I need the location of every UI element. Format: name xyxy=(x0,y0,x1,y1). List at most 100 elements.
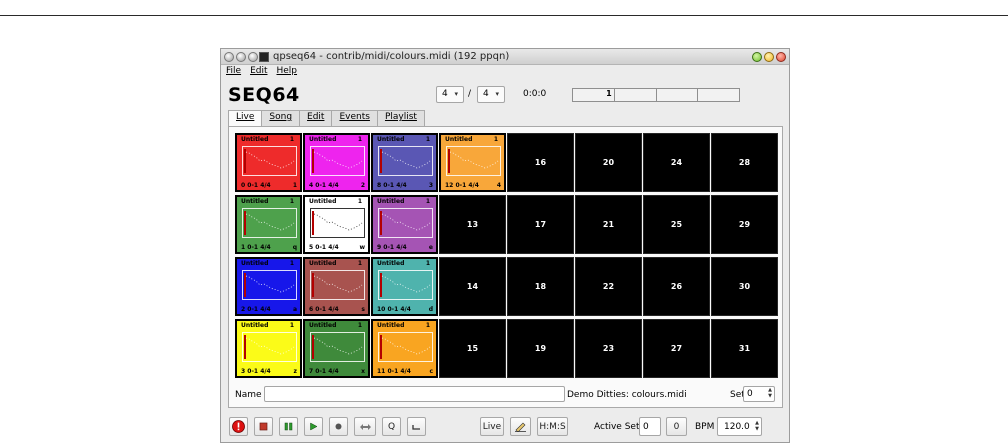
menu-file[interactable]: File xyxy=(226,66,241,78)
slot-number: 24 xyxy=(670,158,683,167)
beats-per-bar-combo[interactable]: 4 ▾ xyxy=(436,86,464,103)
pattern-title: Untitled xyxy=(309,260,337,267)
loop-button[interactable] xyxy=(354,417,376,436)
time-format-button[interactable]: H:M:S xyxy=(537,417,568,436)
beat-cell xyxy=(615,89,657,101)
window-maximize-dot-icon[interactable] xyxy=(248,52,258,62)
title-green-button-icon[interactable] xyxy=(752,52,762,62)
slot-number: 22 xyxy=(602,282,615,291)
empty-pattern-slot[interactable]: 16 xyxy=(507,133,574,192)
pattern-slot[interactable]: Untitled 1 1 0-1 4/4 q xyxy=(235,195,302,254)
empty-pattern-slot[interactable]: 18 xyxy=(507,257,574,316)
title-red-button-icon[interactable] xyxy=(776,52,786,62)
pattern-hotkey: 3 xyxy=(428,182,433,189)
pattern-hotkey: c xyxy=(429,368,433,375)
pattern-slot[interactable]: Untitled 1 10 0-1 4/4 d xyxy=(371,257,438,316)
pattern-preview xyxy=(446,146,501,176)
pattern-slot[interactable]: Untitled 1 7 0-1 4/4 x xyxy=(303,319,370,378)
bracket-icon xyxy=(412,424,420,430)
pattern-slot[interactable]: Untitled 1 8 0-1 4/4 3 xyxy=(371,133,438,192)
pattern-info: 7 0-1 4/4 xyxy=(309,368,339,375)
window-minimize-dot-icon[interactable] xyxy=(236,52,246,62)
beat-width-combo[interactable]: 4 ▾ xyxy=(477,86,505,103)
empty-pattern-slot[interactable]: 21 xyxy=(575,195,642,254)
empty-pattern-slot[interactable]: 14 xyxy=(439,257,506,316)
empty-pattern-slot[interactable]: 31 xyxy=(711,319,778,378)
empty-pattern-slot[interactable]: 26 xyxy=(643,257,710,316)
pattern-hotkey: 1 xyxy=(292,182,297,189)
pattern-hotkey: 4 xyxy=(496,182,501,189)
pattern-slot[interactable]: Untitled 1 9 0-1 4/4 e xyxy=(371,195,438,254)
pattern-slot[interactable]: Untitled 1 0 0-1 4/4 1 xyxy=(235,133,302,192)
pattern-slot[interactable]: Untitled 1 12 0-1 4/4 4 xyxy=(439,133,506,192)
stop-button[interactable] xyxy=(254,417,273,436)
spin-arrows-icon: ▲ ▼ xyxy=(768,387,772,399)
active-set-field[interactable]: 0 xyxy=(639,417,661,436)
pattern-channel: 1 xyxy=(493,136,498,143)
tab-playlist[interactable]: Playlist xyxy=(376,110,425,126)
note-preview-graphic xyxy=(381,151,431,169)
slot-number: 23 xyxy=(602,344,615,353)
title-yellow-button-icon[interactable] xyxy=(764,52,774,62)
record-button[interactable] xyxy=(329,417,348,436)
empty-pattern-slot[interactable]: 25 xyxy=(643,195,710,254)
pattern-preview xyxy=(242,208,297,238)
empty-pattern-slot[interactable]: 24 xyxy=(643,133,710,192)
pattern-name-field[interactable] xyxy=(264,386,565,402)
set-spinbox[interactable]: 0 ▲ ▼ xyxy=(743,386,775,402)
panic-button[interactable] xyxy=(229,417,248,436)
pattern-hotkey: e xyxy=(428,244,433,251)
pattern-slot[interactable]: Untitled 1 5 0-1 4/4 w xyxy=(303,195,370,254)
play-button[interactable] xyxy=(304,417,323,436)
title-bar[interactable]: qpseq64 - contrib/midi/colours.midi (192… xyxy=(221,49,789,65)
live-mode-button[interactable]: Live xyxy=(480,417,504,436)
pattern-channel: 1 xyxy=(289,136,294,143)
pattern-preview xyxy=(378,208,433,238)
slot-number: 26 xyxy=(670,282,683,291)
spin-arrows-icon: ▲ ▼ xyxy=(755,420,759,432)
pattern-slot[interactable]: Untitled 1 2 0-1 4/4 a xyxy=(235,257,302,316)
active-set-count[interactable]: 0 xyxy=(666,417,687,436)
tab-live[interactable]: Live xyxy=(228,110,263,127)
empty-pattern-slot[interactable]: 13 xyxy=(439,195,506,254)
pattern-info: 11 0-1 4/4 xyxy=(377,368,411,375)
note-preview-graphic xyxy=(313,151,363,169)
empty-pattern-slot[interactable]: 27 xyxy=(643,319,710,378)
empty-pattern-slot[interactable]: 15 xyxy=(439,319,506,378)
name-label: Name xyxy=(235,390,262,400)
quantize-button[interactable]: Q xyxy=(382,417,401,436)
empty-pattern-slot[interactable]: 30 xyxy=(711,257,778,316)
pattern-title: Untitled xyxy=(241,136,269,143)
loop-arrows-icon xyxy=(359,423,371,430)
pause-button[interactable] xyxy=(279,417,298,436)
note-preview-graphic xyxy=(381,213,431,231)
empty-pattern-slot[interactable]: 28 xyxy=(711,133,778,192)
tab-events[interactable]: Events xyxy=(331,110,378,126)
snap-button[interactable] xyxy=(407,417,426,436)
bpm-spinbox[interactable]: 120.0 ▲ ▼ xyxy=(717,417,762,436)
pattern-slot[interactable]: Untitled 1 3 0-1 4/4 z xyxy=(235,319,302,378)
time-signature-slash: / xyxy=(468,89,472,99)
window-close-dot-icon[interactable] xyxy=(224,52,234,62)
empty-pattern-slot[interactable]: 29 xyxy=(711,195,778,254)
menu-edit[interactable]: Edit xyxy=(250,66,267,78)
note-preview-graphic xyxy=(449,151,499,169)
pattern-info: 4 0-1 4/4 xyxy=(309,182,339,189)
active-set-value: 0 xyxy=(643,422,649,432)
empty-pattern-slot[interactable]: 20 xyxy=(575,133,642,192)
pattern-title: Untitled xyxy=(445,136,473,143)
empty-pattern-slot[interactable]: 22 xyxy=(575,257,642,316)
pattern-slot[interactable]: Untitled 1 6 0-1 4/4 s xyxy=(303,257,370,316)
pattern-title: Untitled xyxy=(309,136,337,143)
pattern-slot[interactable]: Untitled 1 11 0-1 4/4 c xyxy=(371,319,438,378)
tab-song[interactable]: Song xyxy=(261,110,301,126)
pattern-slot[interactable]: Untitled 1 4 0-1 4/4 2 xyxy=(303,133,370,192)
tab-edit[interactable]: Edit xyxy=(299,110,333,126)
menu-help[interactable]: Help xyxy=(277,66,298,78)
empty-pattern-slot[interactable]: 23 xyxy=(575,319,642,378)
empty-pattern-slot[interactable]: 19 xyxy=(507,319,574,378)
song-position-clock: 0:0:0 xyxy=(523,89,547,99)
pattern-channel: 1 xyxy=(425,136,430,143)
empty-pattern-slot[interactable]: 17 xyxy=(507,195,574,254)
edit-pencil-button[interactable] xyxy=(510,417,531,436)
